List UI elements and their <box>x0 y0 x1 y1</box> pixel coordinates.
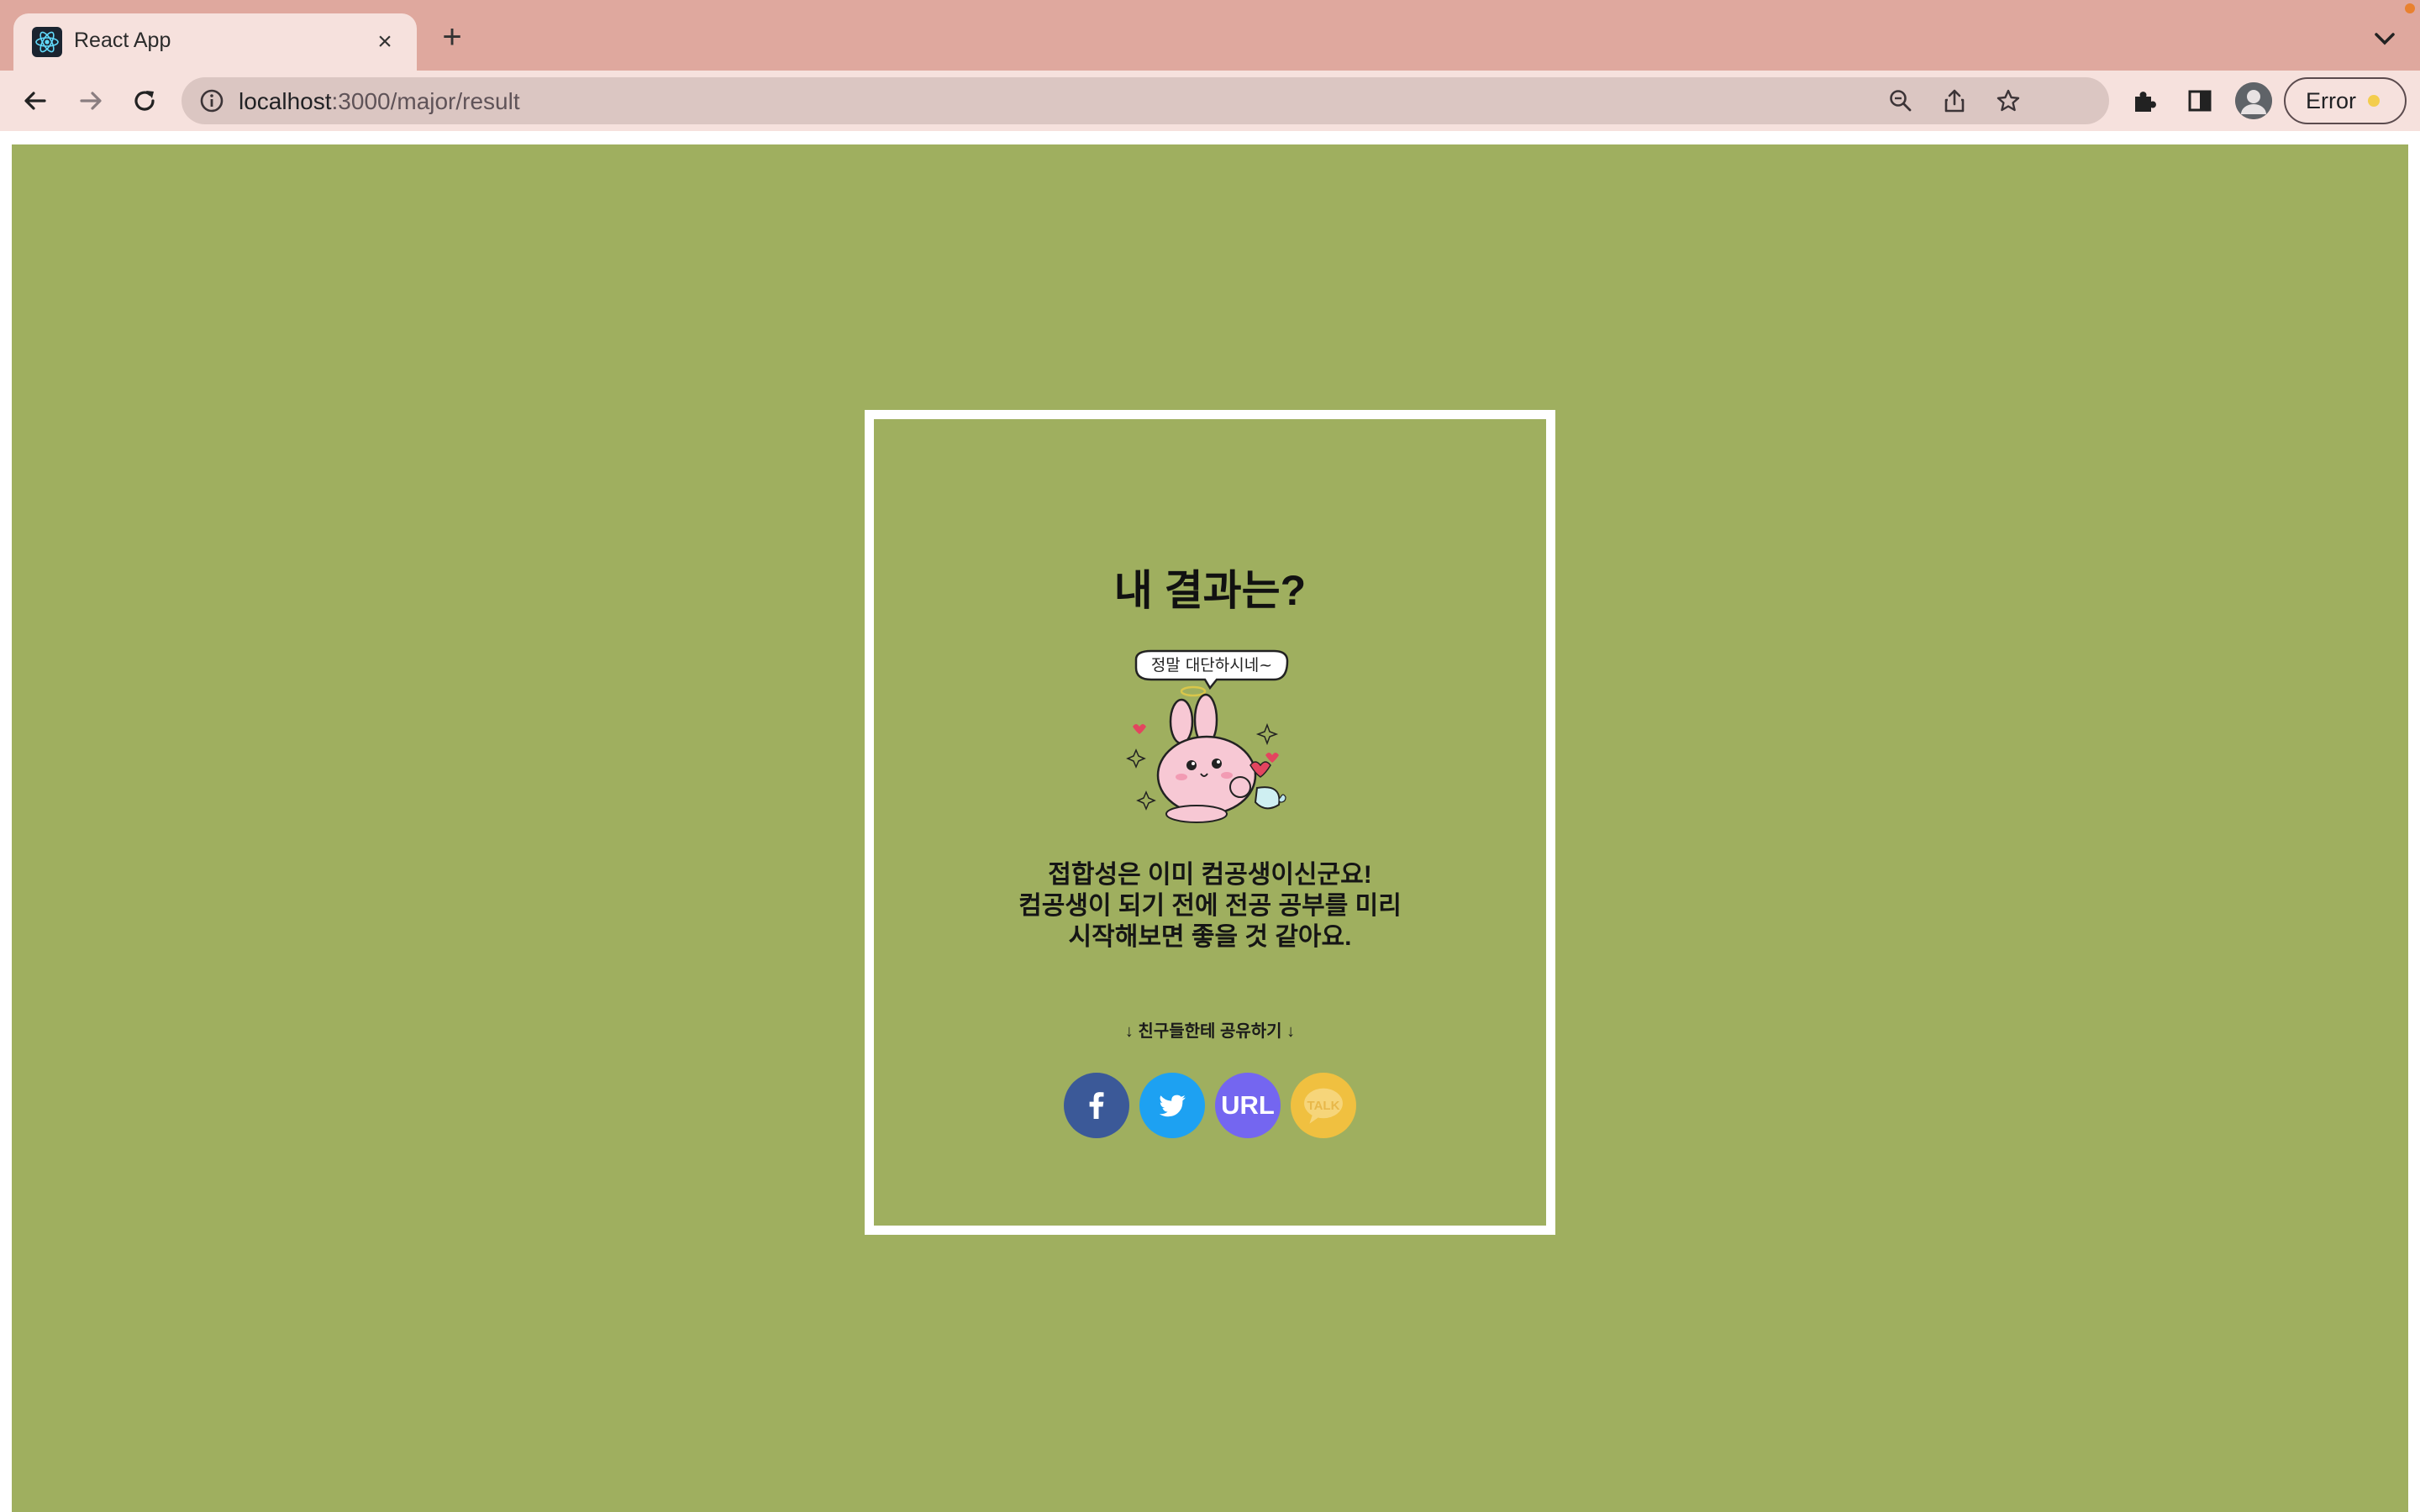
reload-icon[interactable] <box>126 82 163 119</box>
page-background: 내 결과는? 정말 대단하시네~ 접합성은 이미 컴공생이신군요! 컴공생이 되… <box>12 144 2408 1512</box>
back-arrow-icon[interactable] <box>17 82 54 119</box>
share-buttons: URL TALK <box>874 1073 1546 1138</box>
extensions-puzzle-icon[interactable] <box>2126 82 2163 119</box>
page-title: 내 결과는? <box>1113 567 1307 614</box>
mascot-caption: 정말 대단하시네~ <box>1151 656 1272 675</box>
result-card: 내 결과는? 정말 대단하시네~ 접합성은 이미 컴공생이신군요! 컴공생이 되… <box>865 410 1555 1235</box>
browser-toolbar: localhost:3000/major/result Error <box>0 71 2420 131</box>
result-line-2: 컴공생이 되기 전에 전공 공부를 미리 <box>1018 892 1402 920</box>
share-label: ↓ 친구들한테 공유하기 ↓ <box>1124 1022 1296 1041</box>
react-favicon-icon <box>32 27 62 57</box>
twitter-icon <box>1159 1095 1186 1117</box>
tab-search-chevron-icon[interactable] <box>2368 22 2402 55</box>
error-status-dot <box>2368 95 2380 107</box>
kakao-share-button[interactable]: TALK <box>1291 1073 1356 1138</box>
result-line-1: 접합성은 이미 컴공생이신군요! <box>1048 861 1372 889</box>
url-share-button[interactable]: URL <box>1215 1073 1281 1138</box>
site-info-icon[interactable] <box>198 87 225 114</box>
profile-error-button[interactable]: Error <box>2284 77 2407 124</box>
zoom-icon[interactable] <box>1886 86 1916 116</box>
forward-arrow-icon[interactable] <box>72 82 109 119</box>
browser-tab[interactable]: React App × <box>13 13 417 71</box>
url-share-label: URL <box>1221 1090 1275 1120</box>
angel-bunny-mascot: 정말 대단하시네~ <box>1123 649 1299 826</box>
tab-title: React App <box>74 29 171 52</box>
new-tab-button[interactable]: + <box>434 20 471 57</box>
twitter-share-button[interactable] <box>1139 1073 1205 1138</box>
address-bar[interactable]: localhost:3000/major/result <box>182 77 2109 124</box>
facebook-icon <box>1089 1092 1104 1119</box>
share-icon[interactable] <box>1939 86 1970 116</box>
url-host: localhost <box>239 88 332 114</box>
side-panel-icon[interactable] <box>2181 82 2218 119</box>
url-text[interactable]: localhost:3000/major/result <box>239 88 520 115</box>
notification-dot <box>2405 3 2415 13</box>
url-path: :3000/major/result <box>331 88 520 114</box>
result-line-3: 시작해보면 좋을 것 같아요. <box>1068 923 1352 951</box>
bookmark-star-icon[interactable] <box>1993 86 2023 116</box>
profile-avatar-icon[interactable] <box>2235 82 2272 119</box>
profile-error-label: Error <box>2306 88 2356 113</box>
facebook-share-button[interactable] <box>1064 1073 1129 1138</box>
result-description: 접합성은 이미 컴공생이신군요! 컴공생이 되기 전에 전공 공부를 미리 시작… <box>874 859 1546 953</box>
tab-close-icon[interactable]: × <box>366 24 403 60</box>
kakao-talk-label: TALK <box>1307 1098 1340 1113</box>
browser-tab-strip: React App × + <box>0 0 2420 71</box>
